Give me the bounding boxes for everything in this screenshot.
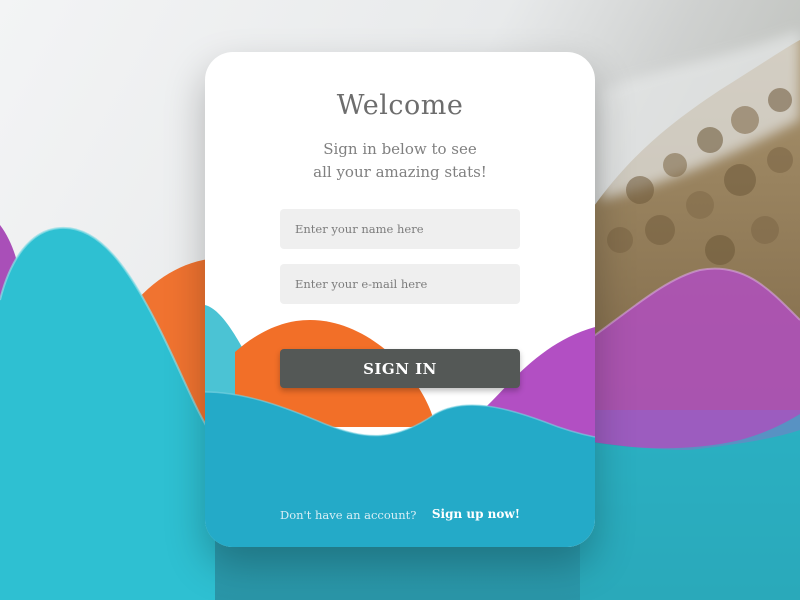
subtitle: Sign in below to see all your amazing st… <box>205 138 595 184</box>
login-card: Welcome Sign in below to see all your am… <box>205 52 595 547</box>
subtitle-line-2: all your amazing stats! <box>313 163 487 181</box>
sign-up-link[interactable]: Sign up now! <box>432 507 520 521</box>
name-input[interactable] <box>280 209 520 249</box>
card-content: Welcome Sign in below to see all your am… <box>205 52 595 547</box>
page-title: Welcome <box>336 90 464 121</box>
subtitle-line-1: Sign in below to see <box>323 140 477 158</box>
no-account-text: Don't have an account? <box>280 508 417 522</box>
email-input[interactable] <box>280 264 520 304</box>
sign-in-button[interactable]: SIGN IN <box>280 349 520 388</box>
login-screen: Welcome Sign in below to see all your am… <box>0 0 800 600</box>
